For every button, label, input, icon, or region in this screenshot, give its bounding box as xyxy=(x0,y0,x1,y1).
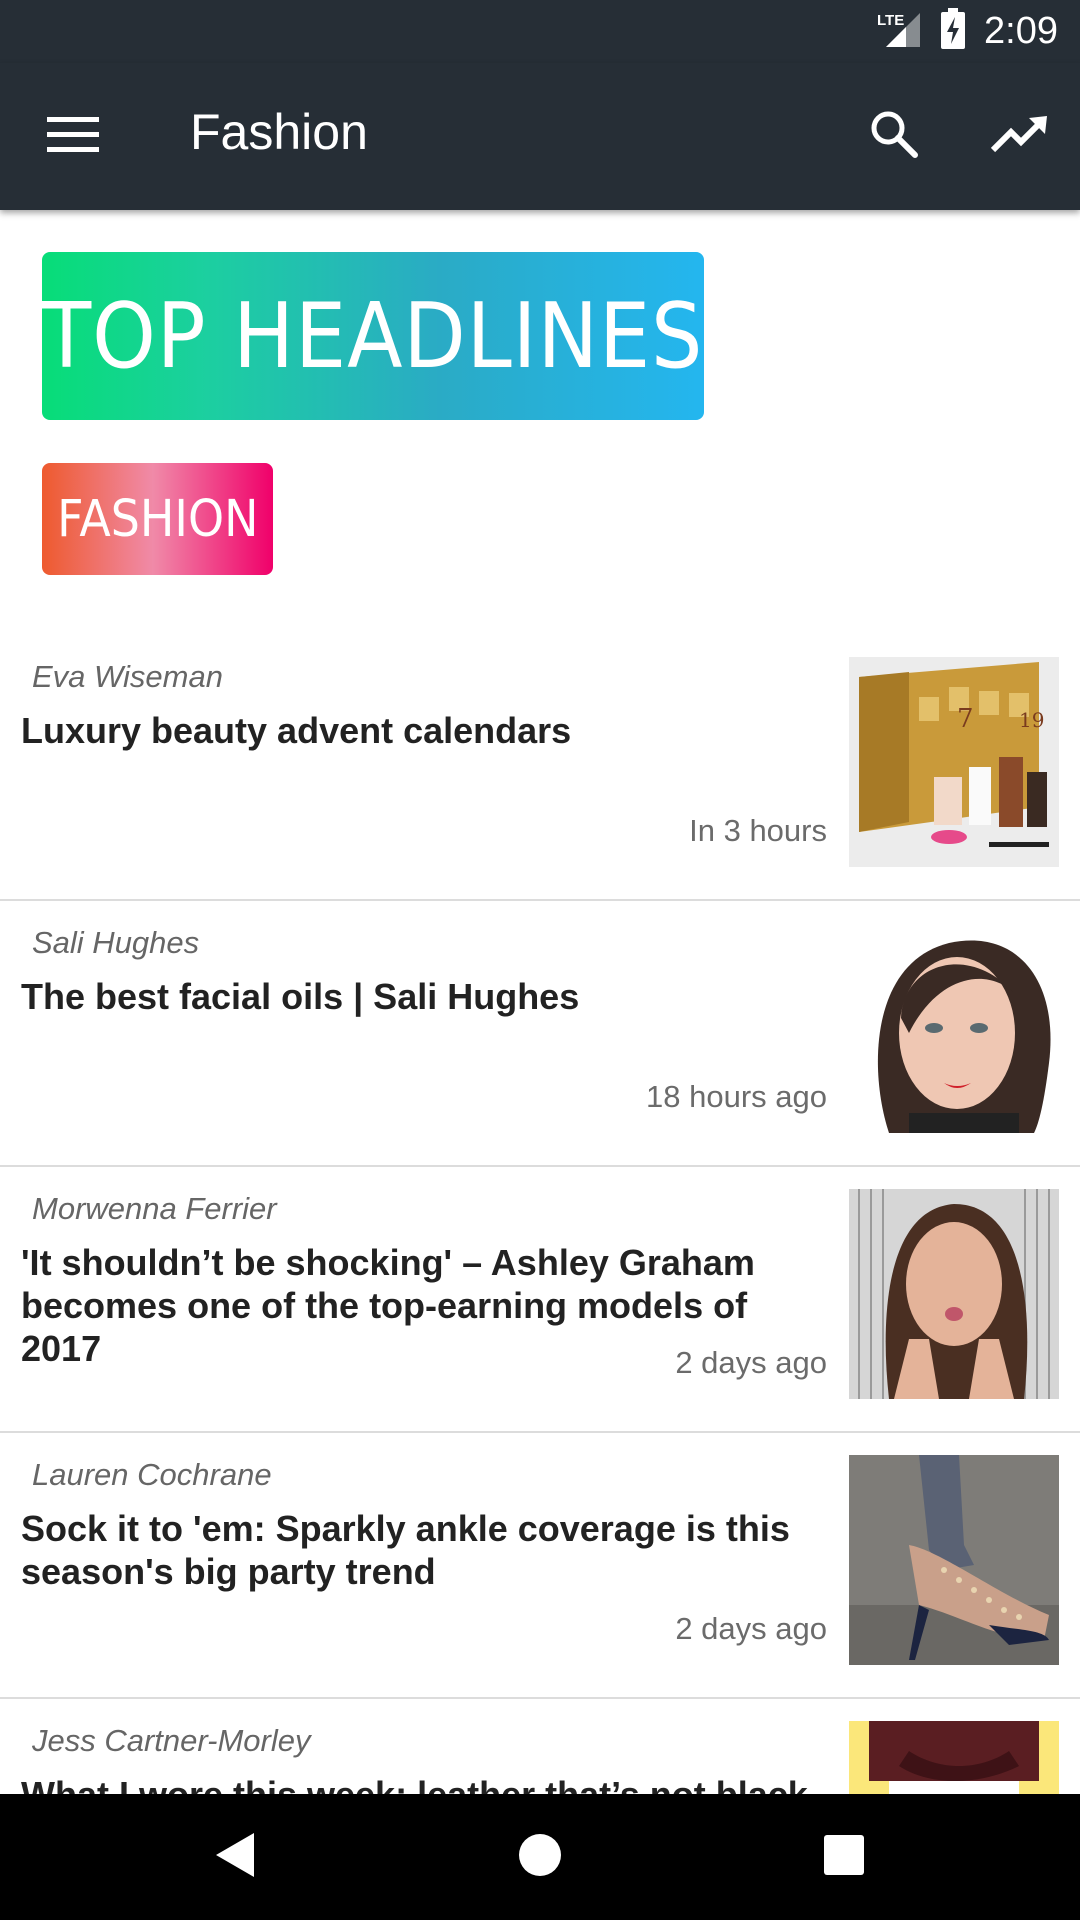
battery-charging-icon xyxy=(940,8,966,55)
menu-icon xyxy=(47,115,99,158)
article-byline: Lauren Cochrane xyxy=(32,1457,272,1492)
article-time: 18 hours ago xyxy=(646,1079,827,1114)
article-title: Luxury beauty advent calendars xyxy=(21,710,572,751)
article-time: 2 days ago xyxy=(675,1611,827,1646)
home-button[interactable] xyxy=(500,1822,580,1892)
recents-icon xyxy=(823,1834,865,1881)
article-byline: Eva Wiseman xyxy=(32,659,223,694)
back-button[interactable] xyxy=(196,1822,276,1892)
article-title: What I wore this week: leather that’s no… xyxy=(21,1773,831,1794)
top-headlines-banner: TOP HEADLINES xyxy=(42,252,704,420)
category-chip-label: FASHION xyxy=(56,489,259,549)
trending-up-icon xyxy=(990,114,1049,159)
article-title: Sock it to 'em: Sparkly ankle coverage i… xyxy=(21,1508,790,1592)
article-item[interactable]: Eva Wiseman Luxury beauty advent calenda… xyxy=(0,635,1080,901)
network-type: LTE xyxy=(877,12,904,29)
article-item[interactable]: Lauren Cochrane Sock it to 'em: Sparkly … xyxy=(0,1433,1080,1699)
app-bar: Fashion xyxy=(0,63,1080,210)
article-title: The best facial oils | Sali Hughes xyxy=(21,976,580,1017)
clock: 2:09 xyxy=(984,10,1058,52)
search-button[interactable] xyxy=(854,101,934,171)
article-time: In 3 hours xyxy=(689,813,827,848)
category-chip-fashion[interactable]: FASHION xyxy=(42,463,273,575)
article-byline: Sali Hughes xyxy=(32,925,200,960)
home-icon xyxy=(517,1832,563,1883)
feed[interactable]: TOP HEADLINES FASHION Eva Wiseman Luxury… xyxy=(0,210,1080,1794)
article-thumbnail[interactable] xyxy=(849,923,1059,1133)
article-time: 2 days ago xyxy=(675,1345,827,1380)
svg-text:19: 19 xyxy=(1019,708,1044,732)
article-thumbnail[interactable] xyxy=(849,1189,1059,1399)
page-title: Fashion xyxy=(190,104,368,160)
status-bar: LTE 2:09 xyxy=(0,0,1080,63)
trending-button[interactable] xyxy=(980,101,1060,171)
article-thumbnail[interactable]: 7 19 xyxy=(849,657,1059,867)
article-byline: Jess Cartner-Morley xyxy=(32,1723,311,1758)
top-headlines-label: TOP HEADLINES xyxy=(42,283,704,389)
article-thumbnail[interactable] xyxy=(849,1721,1059,1794)
article-thumbnail[interactable] xyxy=(849,1455,1059,1665)
article-item[interactable]: Sali Hughes The best facial oils | Sali … xyxy=(0,901,1080,1167)
article-item[interactable]: Jess Cartner-Morley What I wore this wee… xyxy=(0,1699,1080,1794)
article-byline: Morwenna Ferrier xyxy=(32,1191,277,1226)
recents-button[interactable] xyxy=(804,1822,884,1892)
menu-button[interactable] xyxy=(32,101,114,171)
back-icon xyxy=(214,1831,258,1884)
svg-text:7: 7 xyxy=(957,704,974,734)
signal-icon: LTE xyxy=(876,9,922,54)
article-item[interactable]: Morwenna Ferrier 'It shouldn’t be shocki… xyxy=(0,1167,1080,1433)
search-icon xyxy=(869,109,919,164)
navigation-bar xyxy=(0,1794,1080,1920)
